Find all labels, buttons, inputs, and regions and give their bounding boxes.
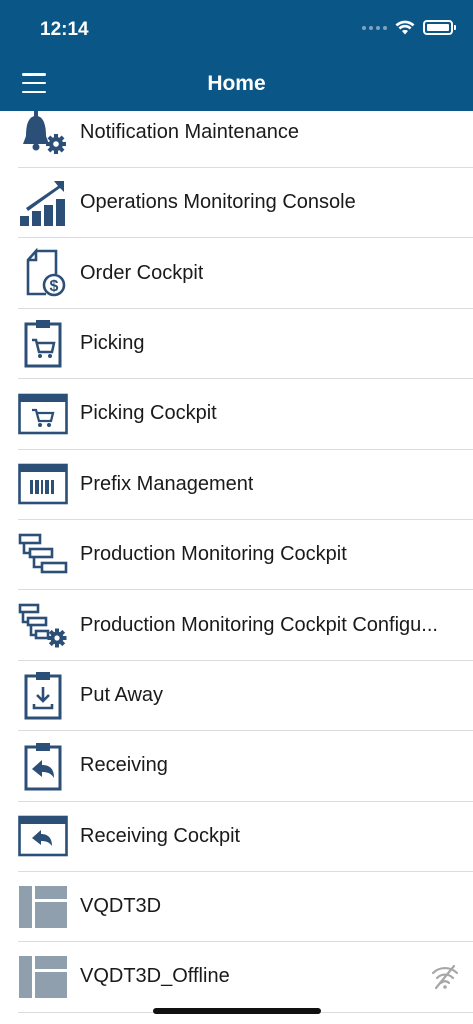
list-item-label: Order Cockpit	[80, 261, 204, 284]
wifi-icon	[395, 20, 415, 35]
cellular-signal-icon	[362, 25, 387, 30]
list-item-put-away[interactable]: Put Away	[18, 661, 473, 732]
layout-icon	[18, 952, 68, 1002]
list-item-label: Put Away	[80, 683, 164, 706]
window-cart-icon	[18, 389, 68, 439]
clipboard-download-icon	[18, 670, 68, 720]
list-item-label: VQDT3D	[80, 895, 162, 918]
list-item-label: Receiving	[80, 754, 168, 777]
list-item-label: Picking	[80, 331, 145, 354]
list-item-label: Picking Cockpit	[80, 402, 217, 425]
document-dollar-icon: $	[18, 248, 68, 298]
hierarchy-icon	[18, 530, 68, 580]
list-item-operations-monitoring-console[interactable]: Operations Monitoring Console	[18, 168, 473, 239]
svg-text:$: $	[50, 278, 59, 295]
list-item-vqdt3d[interactable]: VQDT3D	[18, 872, 473, 943]
list-item-production-monitoring-cockpit[interactable]: Production Monitoring Cockpit	[18, 520, 473, 591]
app-header: 12:14 Home	[0, 0, 473, 111]
status-icons	[362, 20, 456, 35]
list-item-vqdt3d-offline[interactable]: VQDT3D_Offline	[18, 942, 473, 1013]
status-time: 12:14	[40, 19, 89, 40]
list-item-label: VQDT3D_Offline	[80, 965, 230, 988]
list-item-receiving-cockpit[interactable]: Receiving Cockpit	[18, 802, 473, 872]
window-barcode-icon	[18, 459, 68, 509]
bell-gear-icon	[18, 108, 68, 158]
list-item-label: Prefix Management	[80, 472, 254, 495]
list-item-label: Operations Monitoring Console	[80, 191, 356, 214]
list-item-prefix-management[interactable]: Prefix Management	[18, 450, 473, 520]
list-item-notification-maintenance[interactable]: Notification Maintenance	[18, 98, 473, 168]
list-item-production-monitoring-cockpit-configuration[interactable]: Production Monitoring Cockpit Configu...	[18, 590, 473, 661]
battery-icon	[423, 20, 456, 35]
list-item-receiving[interactable]: Receiving	[18, 731, 473, 802]
list-item-order-cockpit[interactable]: $ Order Cockpit	[18, 238, 473, 309]
clipboard-cart-icon	[18, 318, 68, 368]
growth-chart-icon	[18, 178, 68, 228]
window-return-icon	[18, 811, 68, 861]
list-item-label: Receiving Cockpit	[80, 824, 241, 847]
clipboard-return-icon	[18, 741, 68, 791]
layout-icon	[18, 882, 68, 932]
list-item-label: Notification Maintenance	[80, 121, 300, 143]
list-item-picking-cockpit[interactable]: Picking Cockpit	[18, 379, 473, 450]
app-list: Notification Maintenance Operations Moni…	[0, 98, 473, 1013]
list-item-label: Production Monitoring Cockpit Configu...	[80, 613, 438, 636]
hierarchy-gear-icon	[18, 600, 68, 650]
page-title: Home	[207, 72, 266, 95]
home-indicator[interactable]	[153, 1008, 321, 1014]
offline-wifi-icon	[431, 965, 459, 990]
list-item-label: Production Monitoring Cockpit	[80, 543, 347, 566]
list-item-picking[interactable]: Picking	[18, 309, 473, 380]
